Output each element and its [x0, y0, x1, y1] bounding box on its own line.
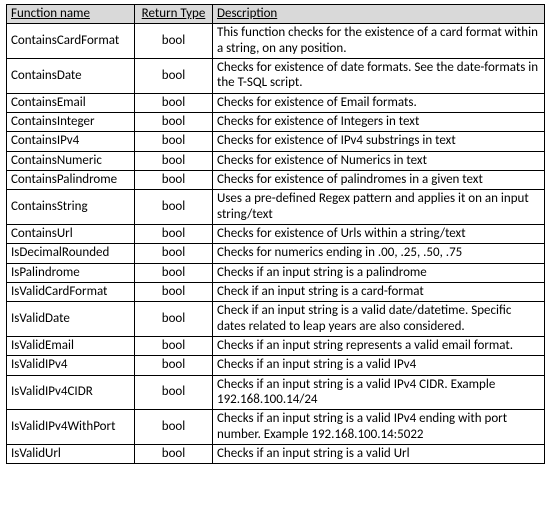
cell-function-name: ContainsInteger	[7, 112, 135, 131]
cell-function-name: IsValidEmail	[7, 336, 135, 355]
table-row: IsValidIPv4WithPortboolChecks if an inpu…	[7, 410, 545, 445]
cell-function-name: IsPalindrome	[7, 263, 135, 282]
table-row: ContainsDateboolChecks for existence of …	[7, 58, 545, 93]
cell-return-type: bool	[135, 375, 213, 410]
cell-return-type: bool	[135, 224, 213, 243]
cell-description: Checks for numerics ending in .00, .25, …	[213, 244, 545, 263]
table-row: ContainsPalindromeboolChecks for existen…	[7, 170, 545, 189]
table-row: ContainsNumericboolChecks for existence …	[7, 151, 545, 170]
cell-return-type: bool	[135, 302, 213, 337]
cell-return-type: bool	[135, 112, 213, 131]
cell-return-type: bool	[135, 336, 213, 355]
cell-description: Check if an input string is a valid date…	[213, 302, 545, 337]
table-row: ContainsCardFormatboolThis function chec…	[7, 24, 545, 59]
cell-description: Checks if an input string is a valid IPv…	[213, 375, 545, 410]
table-row: IsValidCardFormatboolCheck if an input s…	[7, 282, 545, 301]
cell-function-name: ContainsCardFormat	[7, 24, 135, 59]
cell-function-name: ContainsDate	[7, 58, 135, 93]
cell-description: Checks if an input string is a valid IPv…	[213, 410, 545, 445]
cell-function-name: ContainsPalindrome	[7, 170, 135, 189]
cell-description: This function checks for the existence o…	[213, 24, 545, 59]
cell-function-name: ContainsUrl	[7, 224, 135, 243]
table-row: IsPalindromeboolChecks if an input strin…	[7, 263, 545, 282]
cell-function-name: IsDecimalRounded	[7, 244, 135, 263]
cell-function-name: ContainsString	[7, 190, 135, 225]
header-row: Function name Return Type Description	[7, 5, 545, 24]
cell-description: Checks if an input string represents a v…	[213, 336, 545, 355]
table-row: IsDecimalRoundedboolChecks for numerics …	[7, 244, 545, 263]
cell-return-type: bool	[135, 93, 213, 112]
cell-return-type: bool	[135, 282, 213, 301]
cell-function-name: IsValidUrl	[7, 444, 135, 463]
header-description: Description	[213, 5, 545, 24]
table-row: ContainsEmailboolChecks for existence of…	[7, 93, 545, 112]
cell-return-type: bool	[135, 170, 213, 189]
header-function-name: Function name	[7, 5, 135, 24]
cell-description: Checks for existence of palindromes in a…	[213, 170, 545, 189]
cell-description: Checks for existence of date formats. Se…	[213, 58, 545, 93]
cell-return-type: bool	[135, 58, 213, 93]
cell-function-name: IsValidIPv4WithPort	[7, 410, 135, 445]
cell-description: Checks for existence of Urls within a st…	[213, 224, 545, 243]
table-row: ContainsIPv4boolChecks for existence of …	[7, 132, 545, 151]
cell-return-type: bool	[135, 263, 213, 282]
cell-function-name: ContainsIPv4	[7, 132, 135, 151]
table-row: IsValidEmailboolChecks if an input strin…	[7, 336, 545, 355]
cell-return-type: bool	[135, 132, 213, 151]
table-row: ContainsStringboolUses a pre-defined Reg…	[7, 190, 545, 225]
cell-description: Checks for existence of Numerics in text	[213, 151, 545, 170]
cell-return-type: bool	[135, 190, 213, 225]
cell-return-type: bool	[135, 410, 213, 445]
cell-return-type: bool	[135, 356, 213, 375]
cell-function-name: IsValidDate	[7, 302, 135, 337]
cell-description: Checks for existence of Email formats.	[213, 93, 545, 112]
function-table: Function name Return Type Description Co…	[6, 4, 545, 464]
cell-function-name: ContainsNumeric	[7, 151, 135, 170]
cell-description: Checks if an input string is a valid IPv…	[213, 356, 545, 375]
table-row: IsValidIPv4boolChecks if an input string…	[7, 356, 545, 375]
table-row: ContainsIntegerboolChecks for existence …	[7, 112, 545, 131]
cell-description: Uses a pre-defined Regex pattern and app…	[213, 190, 545, 225]
table-row: IsValidIPv4CIDRboolChecks if an input st…	[7, 375, 545, 410]
table-row: IsValidUrlboolChecks if an input string …	[7, 444, 545, 463]
cell-description: Checks for existence of IPv4 substrings …	[213, 132, 545, 151]
cell-function-name: IsValidCardFormat	[7, 282, 135, 301]
table-row: ContainsUrlboolChecks for existence of U…	[7, 224, 545, 243]
cell-function-name: IsValidIPv4CIDR	[7, 375, 135, 410]
cell-description: Check if an input string is a card-forma…	[213, 282, 545, 301]
cell-return-type: bool	[135, 444, 213, 463]
function-table-container: Function name Return Type Description Co…	[0, 0, 551, 470]
cell-return-type: bool	[135, 244, 213, 263]
table-row: IsValidDateboolCheck if an input string …	[7, 302, 545, 337]
cell-description: Checks if an input string is a valid Url	[213, 444, 545, 463]
cell-return-type: bool	[135, 24, 213, 59]
header-return-type: Return Type	[135, 5, 213, 24]
cell-return-type: bool	[135, 151, 213, 170]
cell-description: Checks for existence of Integers in text	[213, 112, 545, 131]
cell-function-name: ContainsEmail	[7, 93, 135, 112]
cell-description: Checks if an input string is a palindrom…	[213, 263, 545, 282]
cell-function-name: IsValidIPv4	[7, 356, 135, 375]
